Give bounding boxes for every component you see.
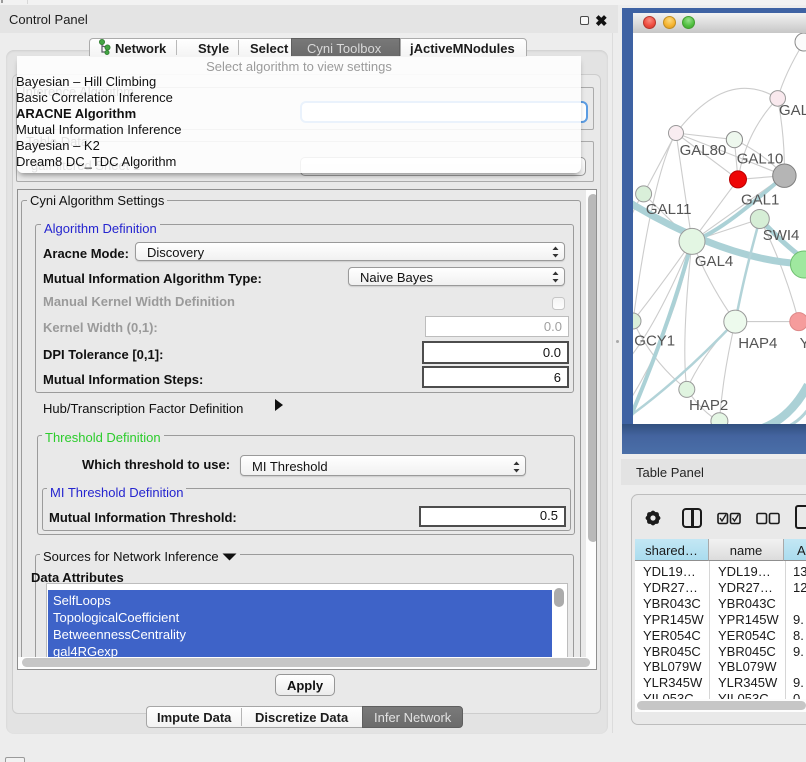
svg-text:YJR048W: YJR048W xyxy=(800,335,806,352)
svg-text:HAP2: HAP2 xyxy=(689,397,728,414)
svg-text:SWI4: SWI4 xyxy=(763,227,800,244)
svg-text:GAL4: GAL4 xyxy=(695,253,733,270)
svg-text:GAL1: GAL1 xyxy=(741,191,779,208)
svg-text:HAP4: HAP4 xyxy=(738,335,777,352)
svg-text:GCY1: GCY1 xyxy=(634,332,675,349)
svg-text:GAL11: GAL11 xyxy=(646,201,692,218)
svg-text:GAL10: GAL10 xyxy=(737,151,784,168)
svg-text:GAL80: GAL80 xyxy=(680,142,727,159)
svg-text:GAL7: GAL7 xyxy=(779,102,806,119)
